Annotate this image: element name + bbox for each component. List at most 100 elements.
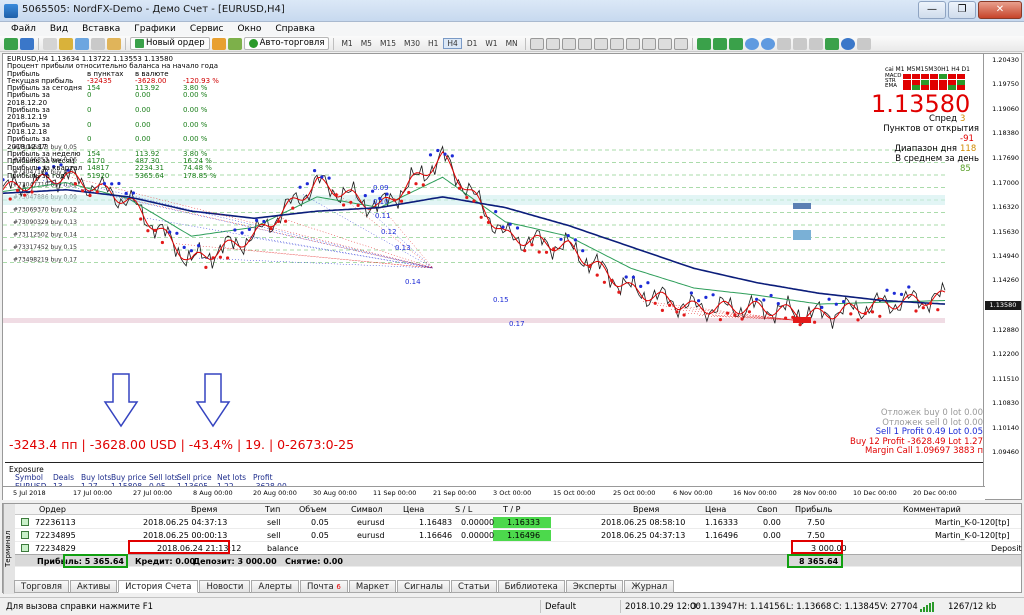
order-price-tag: [793, 234, 811, 240]
tf-m15[interactable]: M15: [377, 39, 399, 48]
zoom-out-icon[interactable]: [760, 37, 775, 50]
periods-icon[interactable]: [840, 37, 855, 50]
menu-insert[interactable]: Вставка: [75, 24, 127, 34]
zoom-in-icon[interactable]: [744, 37, 759, 50]
tf-m5[interactable]: M5: [358, 39, 375, 48]
sell-arrow-marker: [878, 314, 882, 318]
trendline-icon[interactable]: [593, 37, 608, 50]
tab-9[interactable]: Библиотека: [497, 580, 565, 593]
tf-h4[interactable]: H4: [443, 38, 462, 49]
tab-5[interactable]: Почта 6: [299, 580, 348, 593]
column-header[interactable]: Ордер: [39, 505, 66, 514]
sell-arrow-marker: [602, 280, 607, 284]
sell-arrow-marker: [660, 308, 665, 312]
maximize-button[interactable]: ❐: [948, 1, 976, 19]
autoscroll-icon[interactable]: [792, 37, 807, 50]
line-chart-icon[interactable]: [728, 37, 743, 50]
tab-7[interactable]: Сигналы: [397, 580, 450, 593]
column-header[interactable]: Прибыль: [795, 505, 832, 514]
menu-window[interactable]: Окно: [230, 24, 268, 34]
fibonacci-icon[interactable]: [625, 37, 640, 50]
market-watch-icon[interactable]: [43, 37, 57, 50]
price-tick: 1.15630: [992, 227, 1019, 236]
templates-icon[interactable]: [856, 37, 871, 50]
chart-shift-icon[interactable]: [808, 37, 823, 50]
price-axis[interactable]: 1.20430 1.19750 1.19060 1.18380 1.17690 1.170…: [983, 54, 1021, 486]
tester-icon[interactable]: [107, 37, 121, 50]
status-profile[interactable]: Default: [545, 602, 576, 612]
tile-windows-icon[interactable]: [776, 37, 791, 50]
buy-arrow-marker: [131, 191, 135, 195]
tf-m1[interactable]: M1: [338, 39, 355, 48]
connection-signal-icon: [920, 602, 934, 612]
crosshair-icon[interactable]: [545, 37, 560, 50]
navigator-icon[interactable]: [75, 37, 89, 50]
tf-m30[interactable]: M30: [401, 39, 423, 48]
menu-tools[interactable]: Сервис: [183, 24, 231, 34]
history-row[interactable]: 72236113 2018.06.25 04:37:13 sell 0.05 eurus…: [15, 516, 1021, 529]
cursor-icon[interactable]: [529, 37, 544, 50]
minimize-button[interactable]: —: [918, 1, 946, 19]
tf-h1[interactable]: H1: [425, 39, 441, 48]
menu-help[interactable]: Справка: [268, 24, 322, 34]
tab-1[interactable]: Активы: [70, 580, 118, 593]
tab-2[interactable]: История Счета: [118, 580, 199, 593]
menu-charts[interactable]: Графики: [127, 24, 183, 34]
cell: 7.50: [807, 531, 825, 540]
chart-window[interactable]: #73046873 buy 0.05 #73046853 buy 0.06 #730…: [2, 53, 1022, 500]
sell-arrow-marker: [30, 190, 34, 194]
tab-10[interactable]: Эксперты: [565, 580, 624, 593]
indicators-icon[interactable]: [824, 37, 839, 50]
label-tool-icon[interactable]: [657, 37, 672, 50]
tab-3[interactable]: Новости: [199, 580, 251, 593]
column-header[interactable]: Тип: [265, 505, 280, 514]
column-header[interactable]: Символ: [351, 505, 383, 514]
buy-arrow-marker: [646, 281, 650, 285]
horizontal-line-icon[interactable]: [577, 37, 592, 50]
bar-chart-icon[interactable]: [696, 37, 711, 50]
close-button[interactable]: ✕: [978, 1, 1022, 19]
candles-icon[interactable]: [712, 37, 727, 50]
signals-icon[interactable]: [227, 37, 242, 50]
new-order-button[interactable]: Новый ордер: [130, 37, 210, 50]
auto-trading-button[interactable]: Авто-торговля: [243, 37, 330, 50]
cell: 1.16646: [419, 531, 453, 540]
mt4-window: 5065505: NordFX-Demo - Демо Счет - [EURU…: [0, 0, 1024, 615]
column-header[interactable]: S / L: [455, 505, 472, 514]
buy-arrow-marker: [298, 185, 302, 189]
time-tick: 10 Dec 00:00: [853, 489, 897, 497]
column-header[interactable]: Цена: [705, 505, 726, 514]
column-header[interactable]: Время: [633, 505, 659, 514]
tab-4[interactable]: Алерты: [251, 580, 299, 593]
column-header[interactable]: Объем: [299, 505, 327, 514]
column-header[interactable]: T / P: [503, 505, 521, 514]
time-axis[interactable]: 5 Jul 2018 17 Jul 00:00 27 Jul 00:00 8 Aug …: [3, 486, 985, 500]
tf-mn[interactable]: MN: [503, 39, 521, 48]
sell-arrow-marker: [356, 203, 360, 207]
meta-editor-icon[interactable]: [211, 37, 226, 50]
column-header[interactable]: Цена: [403, 505, 424, 514]
menu-view[interactable]: Вид: [43, 24, 75, 34]
tab-0[interactable]: Торговля: [14, 580, 70, 593]
tf-d1[interactable]: D1: [464, 39, 481, 48]
tf-w1[interactable]: W1: [482, 39, 500, 48]
column-header[interactable]: Комментарий: [903, 505, 961, 514]
new-chart-icon[interactable]: [4, 37, 18, 50]
history-summary-row: Прибыль: 5 365.64 Кредит: 0.00 Депозит: …: [15, 554, 1021, 567]
tab-8[interactable]: Статьи: [451, 580, 497, 593]
sell-arrow-marker: [733, 313, 737, 317]
tab-11[interactable]: Журнал: [624, 580, 675, 593]
column-header[interactable]: Своп: [757, 505, 777, 514]
vertical-line-icon[interactable]: [561, 37, 576, 50]
column-header[interactable]: Время: [191, 505, 217, 514]
arrows-tool-icon[interactable]: [673, 37, 688, 50]
data-window-icon[interactable]: [59, 37, 73, 50]
sell-arrow-marker: [870, 310, 875, 314]
profiles-icon[interactable]: [20, 37, 34, 50]
text-tool-icon[interactable]: [641, 37, 656, 50]
tab-6[interactable]: Маркет: [348, 580, 397, 593]
deposit-time-highlight-box: [128, 540, 230, 554]
channel-icon[interactable]: [609, 37, 624, 50]
menu-file[interactable]: Файл: [4, 24, 43, 34]
terminal-icon[interactable]: [91, 37, 105, 50]
